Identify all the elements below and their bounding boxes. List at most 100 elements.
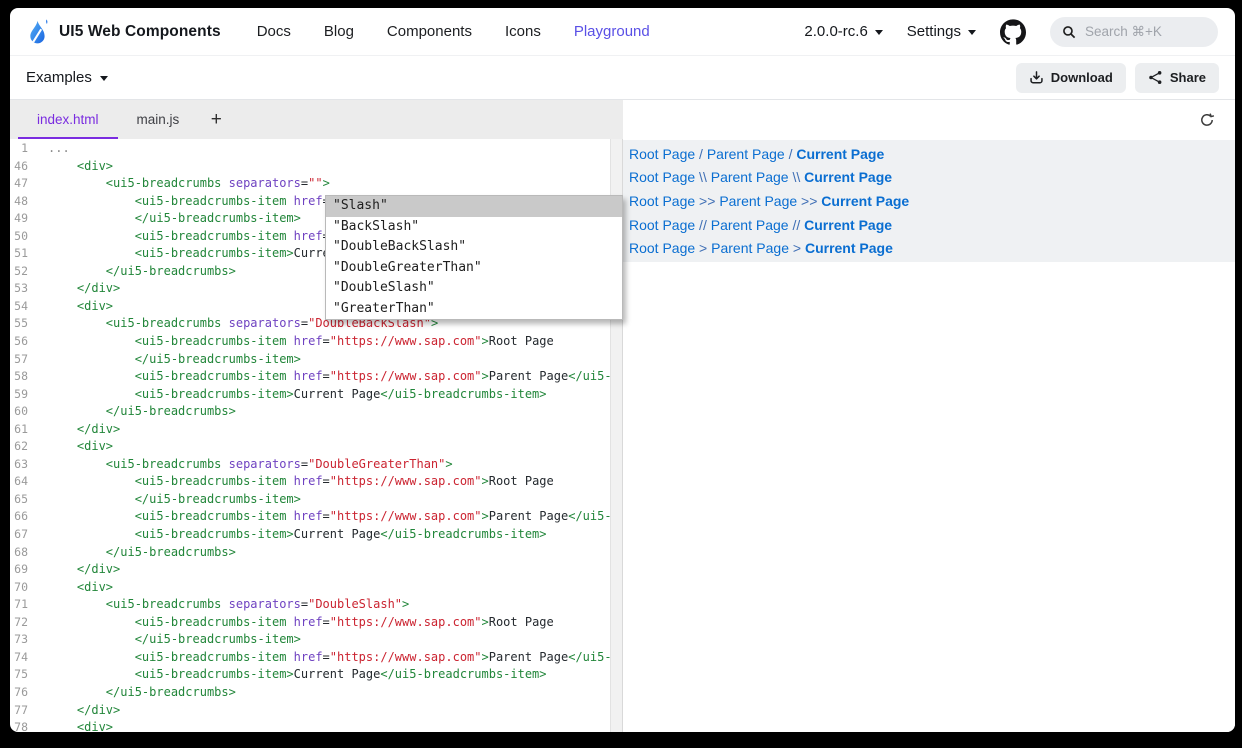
code-line: 46 <div> [10, 159, 610, 177]
new-tab-button[interactable]: + [198, 100, 234, 139]
code-line: 61 </div> [10, 422, 610, 440]
app-window: UI5 Web Components Docs Blog Components … [10, 8, 1235, 732]
version-dropdown[interactable]: 2.0.0-rc.6 [804, 23, 882, 40]
line-number: 50 [10, 229, 28, 243]
breadcrumb-link[interactable]: Parent Page [711, 240, 789, 256]
line-number: 1 [10, 141, 28, 155]
breadcrumb-link[interactable]: Parent Page [719, 193, 797, 209]
line-number: 66 [10, 509, 28, 523]
line-number: 65 [10, 492, 28, 506]
code-line: 47 <ui5-breadcrumbs separators=""> [10, 176, 610, 194]
line-number: 64 [10, 474, 28, 488]
nav-link-docs[interactable]: Docs [257, 23, 291, 40]
tab-index-html[interactable]: index.html [18, 100, 118, 139]
line-number: 48 [10, 194, 28, 208]
code-line: 63 <ui5-breadcrumbs separators="DoubleGr… [10, 457, 610, 475]
nav-link-playground[interactable]: Playground [574, 23, 650, 40]
breadcrumb-link[interactable]: Parent Page [707, 146, 785, 162]
code-line: 74 <ui5-breadcrumbs-item href="https://w… [10, 650, 610, 668]
breadcrumb-link[interactable]: Parent Page [711, 169, 789, 185]
code-line: 64 <ui5-breadcrumbs-item href="https://w… [10, 474, 610, 492]
line-number: 53 [10, 281, 28, 295]
breadcrumb-current-page: Current Page [804, 217, 892, 233]
breadcrumb-link[interactable]: Root Page [629, 217, 695, 233]
breadcrumb-link[interactable]: Root Page [629, 146, 695, 162]
brand-link[interactable]: UI5 Web Components [27, 17, 221, 47]
breadcrumb-separator: >> [797, 193, 821, 209]
nav-link-components[interactable]: Components [387, 23, 472, 40]
line-number: 62 [10, 439, 28, 453]
settings-label: Settings [907, 23, 961, 40]
autocomplete-item[interactable]: "DoubleBackSlash" [326, 237, 622, 258]
breadcrumb-row: Root Page // Parent Page // Current Page [629, 213, 1235, 237]
code-line: 67 <ui5-breadcrumbs-item>Current Page</u… [10, 527, 610, 545]
line-number: 63 [10, 457, 28, 471]
line-number: 71 [10, 597, 28, 611]
refresh-button[interactable] [1199, 112, 1215, 128]
breadcrumb-separator: \\ [695, 169, 711, 185]
nav-link-icons[interactable]: Icons [505, 23, 541, 40]
line-number: 51 [10, 246, 28, 260]
chevron-down-icon [968, 30, 976, 35]
breadcrumb-link[interactable]: Root Page [629, 240, 695, 256]
line-number: 54 [10, 299, 28, 313]
breadcrumb-row: Root Page > Parent Page > Current Page [629, 236, 1235, 260]
breadcrumb-separator: > [789, 240, 805, 256]
line-number: 57 [10, 352, 28, 366]
refresh-icon [1199, 112, 1215, 128]
code-line: 57 </ui5-breadcrumbs-item> [10, 352, 610, 370]
download-icon [1029, 70, 1044, 85]
share-button[interactable]: Share [1135, 63, 1219, 93]
tab-main-js[interactable]: main.js [118, 100, 199, 139]
line-number: 58 [10, 369, 28, 383]
breadcrumb-separator: > [695, 240, 711, 256]
breadcrumb-separator: / [785, 146, 797, 162]
nav-link-blog[interactable]: Blog [324, 23, 354, 40]
code-line: 71 <ui5-breadcrumbs separators="DoubleSl… [10, 597, 610, 615]
line-number: 73 [10, 632, 28, 646]
breadcrumb-current-page: Current Page [804, 169, 892, 185]
breadcrumb-separator: >> [695, 193, 719, 209]
line-number: 68 [10, 545, 28, 559]
tab-label: index.html [37, 112, 99, 127]
code-line: 69 </div> [10, 562, 610, 580]
code-line: 73 </ui5-breadcrumbs-item> [10, 632, 610, 650]
code-line: 59 <ui5-breadcrumbs-item>Current Page</u… [10, 387, 610, 405]
settings-dropdown[interactable]: Settings [907, 23, 976, 40]
examples-dropdown[interactable]: Examples [26, 69, 108, 86]
chevron-down-icon [100, 76, 108, 81]
ui5-flame-logo-icon [27, 17, 50, 47]
preview-canvas: Root Page / Parent Page / Current PageRo… [623, 140, 1235, 262]
github-link[interactable] [1000, 19, 1026, 45]
code-line: 75 <ui5-breadcrumbs-item>Current Page</u… [10, 667, 610, 685]
autocomplete-item[interactable]: "BackSlash" [326, 217, 622, 238]
breadcrumb-link[interactable]: Root Page [629, 193, 695, 209]
preview-pane: Root Page / Parent Page / Current PageRo… [623, 100, 1235, 732]
line-number: 60 [10, 404, 28, 418]
top-navbar: UI5 Web Components Docs Blog Components … [10, 8, 1235, 56]
search-input[interactable]: Search ⌘+K [1050, 17, 1218, 47]
line-number: 49 [10, 211, 28, 225]
breadcrumb-row: Root Page >> Parent Page >> Current Page [629, 189, 1235, 213]
autocomplete-item[interactable]: "Slash" [326, 196, 622, 217]
breadcrumb-row: Root Page \\ Parent Page \\ Current Page [629, 166, 1235, 190]
share-label: Share [1170, 70, 1206, 85]
autocomplete-item[interactable]: "GreaterThan" [326, 299, 622, 320]
line-number: 67 [10, 527, 28, 541]
autocomplete-item[interactable]: "DoubleSlash" [326, 278, 622, 299]
line-number: 55 [10, 316, 28, 330]
code-line: 1... [10, 141, 610, 159]
chevron-down-icon [875, 30, 883, 35]
autocomplete-item[interactable]: "DoubleGreaterThan" [326, 258, 622, 279]
tab-label: main.js [137, 112, 180, 127]
brand-title: UI5 Web Components [59, 23, 221, 41]
code-line: 65 </ui5-breadcrumbs-item> [10, 492, 610, 510]
breadcrumb-link[interactable]: Parent Page [711, 217, 789, 233]
download-button[interactable]: Download [1016, 63, 1126, 93]
editor-tabbar: index.html main.js + [10, 100, 623, 139]
line-number: 78 [10, 720, 28, 732]
examples-label: Examples [26, 69, 92, 86]
line-number: 46 [10, 159, 28, 173]
code-line: 60 </ui5-breadcrumbs> [10, 404, 610, 422]
breadcrumb-link[interactable]: Root Page [629, 169, 695, 185]
